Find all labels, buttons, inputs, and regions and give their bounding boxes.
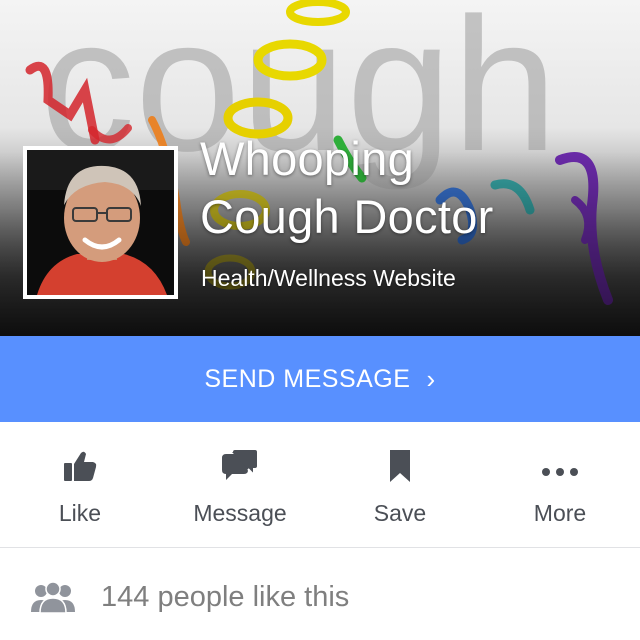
more-dots-icon [540, 448, 580, 489]
page-name: Whooping Cough Doctor [200, 130, 620, 246]
more-button[interactable]: More [480, 422, 640, 548]
page-name-line2: Cough Doctor [200, 190, 494, 243]
message-label: Message [193, 500, 287, 526]
message-button[interactable]: Message [160, 422, 320, 548]
bookmark-icon [388, 448, 412, 489]
page-name-line1: Whooping [200, 132, 415, 185]
chevron-right-icon: › [426, 363, 436, 394]
more-label: More [533, 500, 587, 526]
send-message-label: SEND MESSAGE [204, 364, 411, 393]
send-message-button[interactable]: SEND MESSAGE › [0, 336, 640, 422]
thumbs-up-icon [62, 448, 98, 489]
profile-portrait [27, 150, 174, 295]
like-button[interactable]: Like [0, 422, 160, 548]
profile-picture[interactable] [23, 146, 178, 299]
people-icon [31, 580, 75, 619]
action-bar: Like Message Save More [0, 422, 640, 548]
page-category: Health/Wellness Website [201, 265, 456, 291]
likes-count-text: 144 people like this [101, 581, 350, 613]
likes-summary[interactable]: 144 people like this [0, 549, 640, 640]
save-button[interactable]: Save [320, 422, 480, 548]
save-label: Save [373, 500, 427, 526]
chat-bubbles-icon [220, 448, 260, 489]
like-label: Like [58, 500, 102, 526]
